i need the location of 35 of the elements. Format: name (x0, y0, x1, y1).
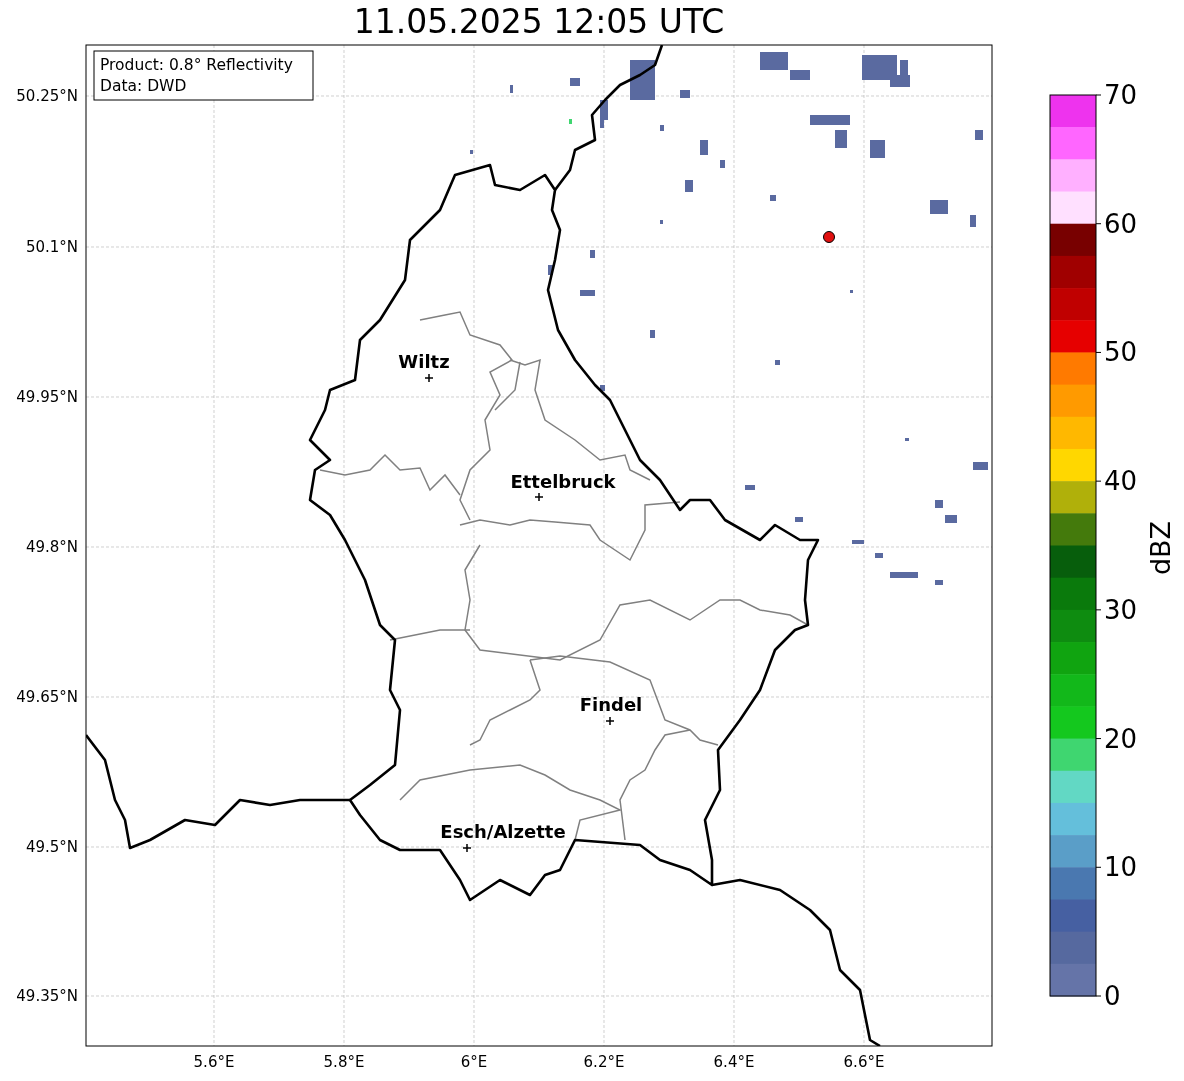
colorbar-tick-label: 40 (1104, 466, 1138, 497)
longitude-tick-label: 6.4°E (713, 1053, 755, 1071)
longitude-tick-label: 6°E (460, 1053, 488, 1071)
chart-title: 11.05.2025 12:05 UTC (353, 2, 725, 41)
longitude-tick-label: 5.8°E (323, 1053, 365, 1071)
city-label: Findel (579, 694, 643, 715)
radar-echo-mark (569, 119, 572, 124)
latitude-tick-label: 50.25°N (16, 87, 78, 105)
colorbar-label: dBZ (1145, 520, 1176, 576)
latitude-tick-label: 49.65°N (16, 688, 78, 706)
colorbar-tick-label: 10 (1104, 852, 1138, 883)
city-marker-icon (424, 373, 434, 383)
city-marker-icon (605, 716, 615, 726)
city-label: Esch/Alzette (440, 821, 566, 842)
legend-text: Product: 0.8° Reflectivity (100, 56, 293, 74)
colorbar-tick-label: 50 (1104, 337, 1138, 368)
latitude-tick-label: 49.5°N (25, 838, 78, 856)
city-label: Ettelbruck (510, 471, 616, 492)
latitude-tick-label: 49.95°N (16, 388, 78, 406)
colorbar-tick-label: 70 (1104, 80, 1138, 110)
radar-site-marker (823, 231, 835, 243)
latitude-tick-label: 50.1°N (25, 238, 78, 256)
city-marker-icon (534, 492, 544, 502)
longitude-tick-label: 6.2°E (583, 1053, 625, 1071)
colorbar-tick-label: 60 (1104, 208, 1138, 239)
longitude-tick-label: 6.6°E (843, 1053, 885, 1071)
city-marker-icon (462, 843, 472, 853)
latitude-tick-label: 49.8°N (25, 538, 78, 556)
colorbar-tick-label: 30 (1104, 594, 1138, 625)
longitude-tick-label: 5.6°E (193, 1053, 235, 1071)
colorbar-tick-label: 20 (1104, 723, 1138, 754)
city-label: Wiltz (398, 351, 450, 372)
legend-text: Data: DWD (100, 77, 187, 95)
latitude-tick-label: 49.35°N (16, 987, 78, 1005)
colorbar-tick-label: 0 (1104, 981, 1121, 1011)
